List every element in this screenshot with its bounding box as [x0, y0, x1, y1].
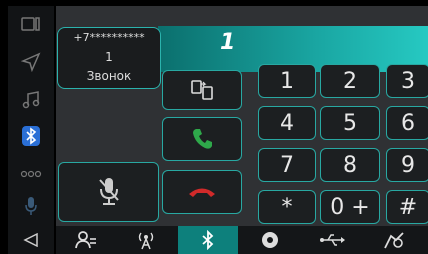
mute-mic-button[interactable]: [58, 162, 159, 222]
keypad-key-6[interactable]: 6: [386, 106, 428, 140]
contact-card[interactable]: +7********** 1 Звонок: [57, 27, 161, 89]
contact-number: +7**********: [73, 31, 145, 44]
dialed-number: 1: [220, 30, 236, 55]
navigation-icon[interactable]: [8, 48, 54, 76]
answer-call-button[interactable]: [162, 117, 242, 161]
phone-red-icon: [189, 188, 215, 197]
back-icon[interactable]: [8, 226, 54, 254]
disc-icon[interactable]: [240, 226, 300, 254]
bluetooth-tab-icon[interactable]: [178, 226, 238, 254]
keypad-key-hash[interactable]: #: [386, 190, 428, 224]
hangup-button[interactable]: [162, 170, 242, 214]
transfer-audio-button[interactable]: [162, 70, 242, 110]
contact-index: 1: [105, 50, 113, 64]
keypad-key-0-plus[interactable]: 0 +: [320, 190, 380, 224]
system-sidebar: [8, 6, 54, 254]
more-icon[interactable]: [8, 160, 54, 188]
screen-icon[interactable]: [8, 10, 54, 38]
bluetooth-icon[interactable]: [8, 122, 54, 150]
keypad-key-2[interactable]: 2: [320, 64, 380, 98]
keypad-key-5[interactable]: 5: [320, 106, 380, 140]
phone-screen: 1 +7********** 1 Звонок 1 2 3 4 5 6 7 8 9 *: [0, 0, 428, 254]
radio-icon[interactable]: [116, 226, 176, 254]
phone-green-icon: [193, 129, 212, 149]
microphone-icon[interactable]: [8, 192, 54, 220]
keypad-key-4[interactable]: 4: [258, 106, 316, 140]
car-settings-icon[interactable]: [364, 226, 424, 254]
bottom-tab-bar: [56, 226, 428, 254]
music-icon[interactable]: [8, 86, 54, 114]
keypad-key-8[interactable]: 8: [320, 148, 380, 182]
call-label: Звонок: [86, 69, 132, 83]
keypad-key-9[interactable]: 9: [386, 148, 428, 182]
keypad-key-7[interactable]: 7: [258, 148, 316, 182]
keypad-key-3[interactable]: 3: [386, 64, 428, 98]
keypad-key-star[interactable]: *: [258, 190, 316, 224]
contacts-icon[interactable]: [56, 226, 116, 254]
usb-icon[interactable]: [302, 226, 362, 254]
mic-muted-icon: [98, 178, 119, 205]
keypad-key-1[interactable]: 1: [258, 64, 316, 98]
transfer-audio-icon: [191, 80, 213, 100]
